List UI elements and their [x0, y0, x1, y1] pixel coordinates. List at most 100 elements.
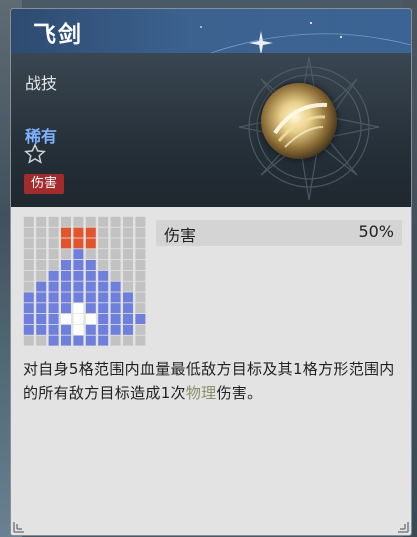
- grid-cell-range: [48, 324, 59, 335]
- grid-cell-empty: [98, 238, 109, 249]
- grid-cell-range: [98, 292, 109, 303]
- skill-card: 飞剑 战技 稀有 伤害 伤害 50% 对自身5格范围内血量最低敌方目标及其1格方…: [10, 8, 412, 536]
- grid-cell-empty: [36, 216, 47, 227]
- grid-cell-range: [61, 260, 71, 270]
- grid-cell-empty: [135, 281, 146, 292]
- stat-label: 伤害: [164, 226, 197, 245]
- grid-cell-aoe: [73, 238, 84, 249]
- attack-range-grid: [23, 216, 146, 346]
- grid-cell-range: [36, 303, 47, 314]
- grid-cell-empty: [36, 335, 47, 346]
- grid-cell-empty: [48, 260, 59, 270]
- grid-cell-range: [48, 314, 59, 324]
- grid-cell-empty: [110, 238, 121, 249]
- grid-cell-empty: [135, 335, 146, 346]
- grid-cell-range: [110, 324, 121, 335]
- grid-cell-range: [73, 270, 84, 281]
- grid-cell-empty: [36, 260, 47, 270]
- skill-category: 战技: [25, 74, 58, 93]
- grid-cell-aoe: [85, 238, 96, 249]
- grid-cell-empty: [123, 335, 133, 346]
- grid-cell-aoe: [85, 227, 96, 238]
- grid-cell-range: [36, 324, 47, 335]
- grid-cell-empty: [73, 216, 84, 227]
- grid-cell-empty: [61, 249, 71, 260]
- grid-cell-range: [85, 335, 96, 346]
- grid-cell-range: [123, 303, 133, 314]
- grid-cell-empty: [23, 270, 34, 281]
- grid-cell-target: [61, 314, 71, 324]
- grid-cell-empty: [23, 335, 34, 346]
- grid-cell-range: [61, 303, 71, 314]
- stat-value: 50%: [358, 222, 394, 241]
- grid-cell-empty: [48, 216, 59, 227]
- grid-cell-target: [85, 314, 96, 324]
- grid-cell-empty: [110, 260, 121, 270]
- grid-cell-range: [98, 335, 109, 346]
- grid-cell-empty: [110, 249, 121, 260]
- grid-cell-range: [61, 281, 71, 292]
- grid-cell-empty: [135, 249, 146, 260]
- grid-cell-range: [23, 303, 34, 314]
- grid-cell-range: [73, 335, 84, 346]
- grid-cell-empty: [123, 260, 133, 270]
- star-outline-icon: [24, 143, 46, 164]
- skill-description: 对自身5格范围内血量最低敌方目标及其1格方形范围内的所有敌方目标造成1次物理伤害…: [23, 357, 405, 405]
- grid-cell-empty: [23, 260, 34, 270]
- grid-cell-range: [36, 292, 47, 303]
- grid-cell-aoe: [61, 227, 71, 238]
- grid-cell-range: [23, 314, 34, 324]
- grid-cell-range: [98, 324, 109, 335]
- grid-cell-empty: [123, 238, 133, 249]
- grid-cell-range: [85, 292, 96, 303]
- grid-cell-aoe: [61, 238, 71, 249]
- grid-cell-range: [73, 249, 84, 260]
- grid-cell-empty: [36, 249, 47, 260]
- grid-cell-range: [61, 324, 71, 335]
- grid-cell-range: [98, 281, 109, 292]
- grid-cell-range: [61, 335, 71, 346]
- grid-cell-empty: [135, 324, 146, 335]
- skill-orb-icon: [261, 83, 337, 159]
- grid-cell-empty: [85, 216, 96, 227]
- grid-cell-range: [73, 292, 84, 303]
- grid-cell-empty: [135, 216, 146, 227]
- grid-cell-empty: [123, 216, 133, 227]
- grid-cell-range: [48, 270, 59, 281]
- damage-stat-row: 伤害 50%: [156, 220, 402, 246]
- grid-cell-range: [85, 260, 96, 270]
- grid-cell-empty: [98, 260, 109, 270]
- grid-cell-empty: [135, 260, 146, 270]
- grid-cell-empty: [123, 281, 133, 292]
- grid-cell-empty: [23, 249, 34, 260]
- grid-cell-range: [61, 270, 71, 281]
- grid-cell-target: [73, 324, 84, 335]
- grid-cell-range: [110, 314, 121, 324]
- grid-cell-empty: [110, 270, 121, 281]
- grid-cell-target: [73, 314, 84, 324]
- corner-ornament-icon: [13, 522, 24, 533]
- grid-cell-range: [135, 314, 146, 324]
- grid-cell-range: [73, 260, 84, 270]
- grid-cell-empty: [135, 238, 146, 249]
- grid-cell-empty: [123, 227, 133, 238]
- grid-cell-empty: [48, 238, 59, 249]
- description-text-end: 伤害。: [216, 384, 263, 402]
- grid-cell-empty: [135, 292, 146, 303]
- grid-cell-range: [85, 281, 96, 292]
- grid-cell-range: [48, 303, 59, 314]
- grid-cell-range: [36, 281, 47, 292]
- grid-cell-range: [123, 314, 133, 324]
- grid-cell-empty: [48, 227, 59, 238]
- grid-cell-range: [23, 292, 34, 303]
- grid-cell-empty: [36, 238, 47, 249]
- description-keyword: 物理: [185, 384, 217, 402]
- card-header: 飞剑: [11, 9, 411, 53]
- grid-cell-range: [36, 314, 47, 324]
- grid-cell-empty: [123, 270, 133, 281]
- grid-cell-empty: [98, 249, 109, 260]
- skill-name: 飞剑: [33, 22, 83, 48]
- grid-cell-range: [48, 335, 59, 346]
- grid-cell-range: [85, 270, 96, 281]
- grid-cell-empty: [110, 216, 121, 227]
